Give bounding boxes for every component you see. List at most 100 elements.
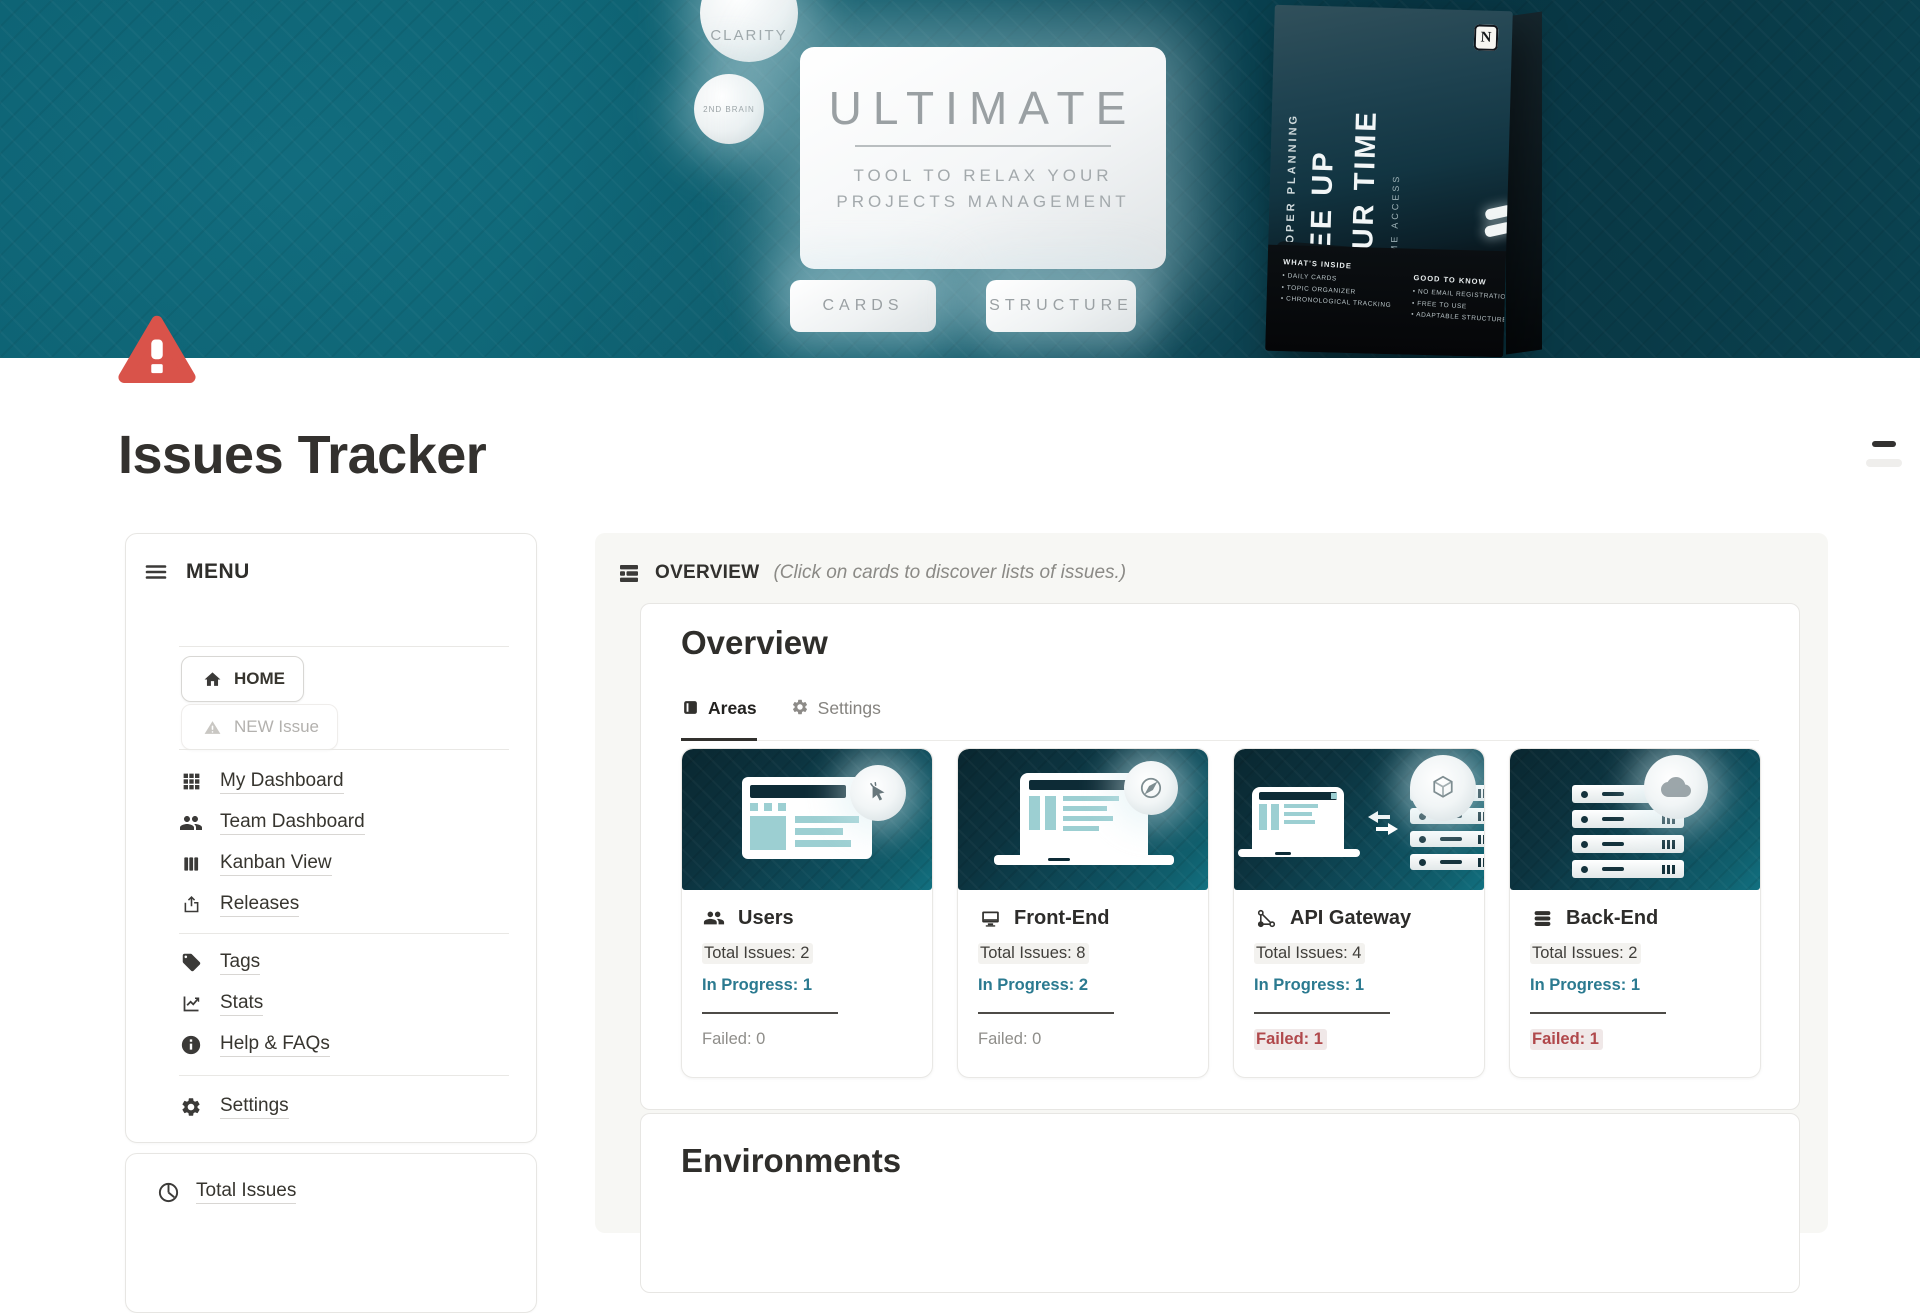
- area-card-title: API Gateway: [1290, 907, 1411, 930]
- sidebar-item-releases[interactable]: Releases: [179, 884, 516, 925]
- menu-title: MENU: [186, 560, 250, 584]
- area-card-api-gateway[interactable]: API Gateway Total Issues: 4 In Progress:…: [1233, 748, 1485, 1078]
- rows-icon: [617, 561, 641, 585]
- total-issues-stat: Total Issues: 4: [1254, 944, 1464, 963]
- callout-title: OVERVIEW: [655, 562, 759, 584]
- sidebar-item-kanban-view[interactable]: Kanban View: [179, 843, 516, 884]
- cover-banner: CLARITY 2ND BRAIN ULTIMATE TOOL TO RELAX…: [0, 0, 1920, 358]
- product-box-front: N DEVELOPER PLANNING FREE UP YOUR TIME L…: [1265, 5, 1513, 358]
- good-to-know-title: GOOD TO KNOW: [1413, 273, 1512, 288]
- sidebar-item-help-faqs[interactable]: Help & FAQs: [179, 1024, 516, 1065]
- users-card-image: [682, 749, 932, 890]
- overview-card: Overview Areas Settings: [640, 603, 1800, 1110]
- totals-card: Total Issues: [125, 1153, 537, 1313]
- second-brain-bubble-label: 2ND BRAIN: [703, 105, 755, 114]
- pie-clock-icon: [156, 1180, 180, 1204]
- menu-divider: [179, 646, 509, 647]
- collapse-handle-ghost: [1866, 459, 1902, 467]
- sidebar-item-total-issues[interactable]: Total Issues: [156, 1180, 296, 1204]
- stat-divider: [1530, 1012, 1666, 1014]
- home-icon: [200, 667, 224, 691]
- stat-divider: [1254, 1012, 1390, 1014]
- tab-areas[interactable]: Areas: [681, 698, 757, 741]
- environments-card: Environments: [640, 1113, 1800, 1293]
- box-info-band: WHAT'S INSIDE • DAILY CARDS • TOPIC ORGA…: [1265, 245, 1506, 358]
- total-issues-stat: Total Issues: 2: [1530, 944, 1740, 963]
- sync-arrows-icon: [1364, 805, 1402, 841]
- menu-card: MENU HOME NEW Issue My Dashboard Team Da…: [125, 533, 537, 1143]
- cards-banner-button: CARDS: [790, 280, 936, 332]
- stat-divider: [978, 1012, 1114, 1014]
- failed-stat: Failed: 0: [702, 1030, 912, 1049]
- warning-icon: [200, 715, 224, 739]
- second-brain-bubble: 2ND BRAIN: [694, 74, 764, 144]
- area-card-title: Front-End: [1014, 907, 1110, 930]
- team-icon: [179, 811, 203, 835]
- sidebar-item-tags[interactable]: Tags: [179, 942, 516, 983]
- api-gateway-card-image: [1234, 749, 1484, 890]
- hamburger-icon[interactable]: [144, 560, 168, 584]
- overview-heading: Overview: [681, 624, 828, 662]
- environments-heading: Environments: [681, 1142, 901, 1180]
- notion-logo: N: [1474, 24, 1499, 51]
- area-card-back-end[interactable]: Back-End Total Issues: 2 In Progress: 1 …: [1509, 748, 1761, 1078]
- areas-icon: [681, 698, 699, 716]
- release-icon: [179, 893, 203, 917]
- hero-card: ULTIMATE TOOL TO RELAX YOUR PROJECTS MAN…: [800, 47, 1166, 269]
- area-card-title: Back-End: [1566, 907, 1658, 930]
- in-progress-stat: In Progress: 1: [702, 976, 912, 995]
- front-end-card-image: [958, 749, 1208, 890]
- tag-icon: [179, 951, 203, 975]
- kanban-icon: [179, 852, 203, 876]
- home-button[interactable]: HOME: [181, 656, 304, 702]
- monitor-icon: [978, 906, 1002, 930]
- total-issues-stat: Total Issues: 2: [702, 944, 912, 963]
- area-card-users[interactable]: Users Total Issues: 2 In Progress: 1 Fai…: [681, 748, 933, 1078]
- structure-banner-button: STRUCTURE: [986, 280, 1136, 332]
- hero-title: ULTIMATE: [800, 81, 1166, 135]
- hero-divider: [855, 145, 1111, 147]
- in-progress-stat: In Progress: 2: [978, 976, 1188, 995]
- overview-panel: OVERVIEW (Click on cards to discover lis…: [595, 533, 1828, 1233]
- gear-icon: [179, 1095, 203, 1119]
- clarity-bubble-label: CLARITY: [710, 27, 787, 44]
- cloud-glow-icon: [1644, 755, 1708, 819]
- server-stack-icon: [1530, 906, 1554, 930]
- cube-glow-icon: [1410, 755, 1476, 821]
- product-box-side: [1506, 11, 1542, 354]
- info-icon: [179, 1033, 203, 1057]
- users-icon: [702, 906, 726, 930]
- sidebar-item-stats[interactable]: Stats: [179, 983, 516, 1024]
- compass-glow-icon: [1124, 761, 1178, 815]
- stat-divider: [702, 1012, 838, 1014]
- back-end-card-image: [1510, 749, 1760, 890]
- page-title: Issues Tracker: [118, 424, 486, 486]
- sidebar-item-team-dashboard[interactable]: Team Dashboard: [179, 802, 516, 843]
- product-box: N DEVELOPER PLANNING FREE UP YOUR TIME L…: [1258, 6, 1588, 358]
- sidebar-item-my-dashboard[interactable]: My Dashboard: [179, 761, 516, 802]
- hero-subtitle-line2: PROJECTS MANAGEMENT: [800, 189, 1166, 215]
- tab-settings[interactable]: Settings: [791, 698, 881, 741]
- cursor-glow-icon: [850, 765, 906, 821]
- gear-icon: [791, 698, 809, 716]
- in-progress-stat: In Progress: 1: [1254, 976, 1464, 995]
- new-issue-button[interactable]: NEW Issue: [181, 704, 338, 750]
- menu-divider: [179, 1075, 509, 1076]
- collapse-handle[interactable]: [1872, 441, 1896, 447]
- page-warning-icon[interactable]: [116, 310, 198, 392]
- callout-hint: (Click on cards to discover lists of iss…: [773, 562, 1126, 584]
- grid-icon: [179, 770, 203, 794]
- failed-stat: Failed: 1: [1254, 1030, 1464, 1049]
- failed-stat: Failed: 1: [1530, 1030, 1740, 1049]
- sidebar-item-settings[interactable]: Settings: [179, 1086, 516, 1127]
- total-issues-stat: Total Issues: 8: [978, 944, 1188, 963]
- area-card-title: Users: [738, 907, 794, 930]
- network-icon: [1254, 906, 1278, 930]
- menu-divider: [179, 749, 509, 750]
- menu-divider: [179, 933, 509, 934]
- failed-stat: Failed: 0: [978, 1030, 1188, 1049]
- hero-subtitle-line1: TOOL TO RELAX YOUR: [800, 163, 1166, 189]
- clarity-bubble: CLARITY: [700, 0, 798, 62]
- area-card-front-end[interactable]: Front-End Total Issues: 8 In Progress: 2…: [957, 748, 1209, 1078]
- in-progress-stat: In Progress: 1: [1530, 976, 1740, 995]
